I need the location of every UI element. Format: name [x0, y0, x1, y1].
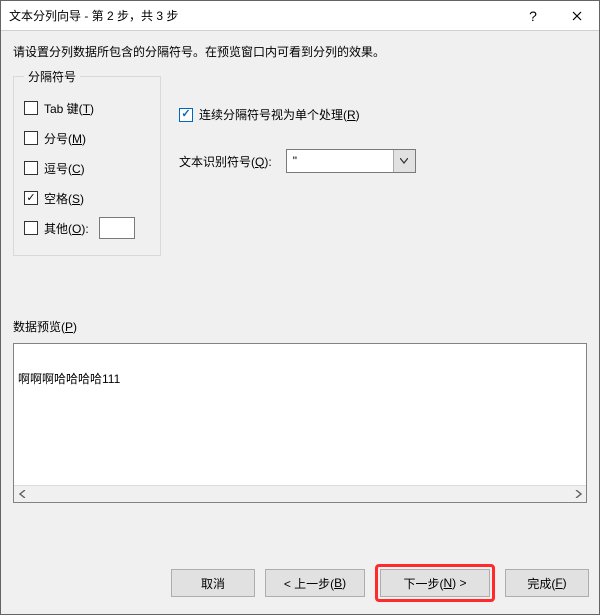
data-preview-box: 啊啊啊哈哈哈哈111 [13, 343, 587, 503]
titlebar: 文本分列向导 - 第 2 步，共 3 步 ? [1, 1, 599, 31]
text-to-columns-wizard: 文本分列向导 - 第 2 步，共 3 步 ? 请设置分列数据所包含的分隔符号。在… [0, 0, 600, 615]
instruction-text: 请设置分列数据所包含的分隔符号。在预览窗口内可看到分列的效果。 [1, 31, 599, 68]
checkbox-checked-icon [24, 191, 38, 205]
dropdown-button[interactable] [393, 150, 415, 172]
text-qualifier-select[interactable]: " [286, 149, 416, 173]
button-bar: 取消 < 上一步(B) 下一步(N) > 完成(F) [171, 564, 589, 602]
text-qualifier-label: 文本识别符号(Q): [179, 153, 272, 170]
delimiters-group: 分隔符号 Tab 键(T) 分号(M) 逗号(C) [13, 68, 161, 256]
options-right-column: 连续分隔符号视为单个处理(R) 文本识别符号(Q): " [179, 68, 416, 173]
next-button[interactable]: 下一步(N) > [380, 569, 490, 597]
data-preview-content: 啊啊啊哈哈哈哈111 [14, 344, 586, 485]
treat-consecutive-label: 连续分隔符号视为单个处理(R) [199, 106, 360, 123]
delimiter-space-label: 空格(S) [44, 190, 84, 207]
scrollbar-track[interactable] [31, 486, 569, 502]
chevron-down-icon [400, 158, 408, 164]
delimiter-comma[interactable]: 逗号(C) [24, 153, 150, 183]
close-icon [572, 11, 582, 21]
delimiter-semicolon[interactable]: 分号(M) [24, 123, 150, 153]
checkbox-icon [24, 101, 38, 115]
window-title: 文本分列向导 - 第 2 步，共 3 步 [9, 7, 511, 24]
scroll-left-button[interactable] [14, 486, 31, 502]
delimiter-comma-label: 逗号(C) [44, 160, 85, 177]
data-preview-label: 数据预览(P) [13, 318, 587, 335]
cancel-button[interactable]: 取消 [171, 569, 255, 597]
text-qualifier-value: " [287, 154, 393, 168]
help-button[interactable]: ? [511, 1, 555, 31]
checkbox-checked-icon [179, 108, 193, 122]
dialog-body: 分隔符号 Tab 键(T) 分号(M) 逗号(C) [1, 68, 599, 503]
delimiters-legend: 分隔符号 [24, 68, 80, 85]
checkbox-icon [24, 131, 38, 145]
delimiter-space[interactable]: 空格(S) [24, 183, 150, 213]
chevron-left-icon [19, 490, 27, 498]
back-button[interactable]: < 上一步(B) [265, 569, 365, 597]
delimiter-semicolon-label: 分号(M) [44, 130, 86, 147]
close-button[interactable] [555, 1, 599, 31]
preview-header-band [14, 346, 586, 368]
text-qualifier-row: 文本识别符号(Q): " [179, 149, 416, 173]
chevron-right-icon [574, 490, 582, 498]
delimiter-tab[interactable]: Tab 键(T) [24, 93, 150, 123]
checkbox-icon [24, 161, 38, 175]
delimiter-tab-label: Tab 键(T) [44, 100, 94, 117]
treat-consecutive-checkbox[interactable]: 连续分隔符号视为单个处理(R) [179, 106, 416, 123]
scroll-right-button[interactable] [569, 486, 586, 502]
delimiter-other[interactable]: 其他(O): [24, 213, 150, 243]
finish-button[interactable]: 完成(F) [505, 569, 589, 597]
delimiter-other-input[interactable] [99, 217, 135, 239]
preview-row: 啊啊啊哈哈哈哈111 [14, 368, 586, 389]
options-row: 分隔符号 Tab 键(T) 分号(M) 逗号(C) [13, 68, 587, 256]
checkbox-icon [24, 221, 38, 235]
horizontal-scrollbar[interactable] [14, 485, 586, 502]
delimiter-other-label: 其他(O): [44, 220, 89, 237]
next-button-highlight: 下一步(N) > [375, 564, 495, 602]
